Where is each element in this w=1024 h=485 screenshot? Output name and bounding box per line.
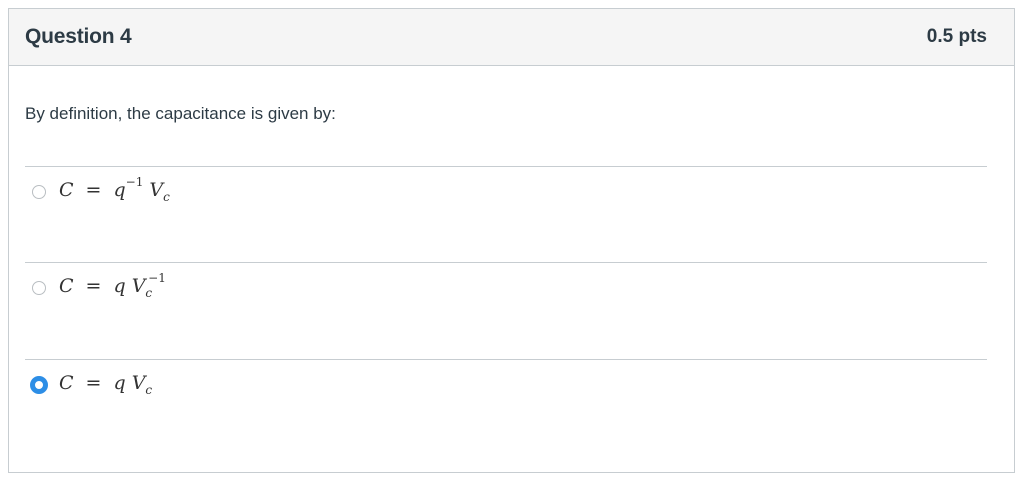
question-header: Question 4 0.5 pts xyxy=(9,9,1014,66)
answer-option-1[interactable]: C = q−1 Vc xyxy=(25,166,987,262)
question-card: Question 4 0.5 pts By definition, the ca… xyxy=(8,8,1015,473)
answer-formula-3: C = q Vc xyxy=(59,372,153,397)
radio-button-3-selected[interactable] xyxy=(30,376,48,394)
question-points: 0.5 pts xyxy=(926,26,987,47)
radio-button-1[interactable] xyxy=(32,185,46,199)
answer-formula-2: C = q Vc−1 xyxy=(59,271,166,300)
answer-formula-1: C = q−1 Vc xyxy=(59,175,170,204)
answer-option-2[interactable]: C = q Vc−1 xyxy=(25,262,987,358)
answer-option-3[interactable]: C = q Vc xyxy=(25,359,987,455)
question-prompt: By definition, the capacitance is given … xyxy=(25,104,336,123)
radio-button-2[interactable] xyxy=(32,281,46,295)
question-title: Question 4 xyxy=(25,25,132,48)
